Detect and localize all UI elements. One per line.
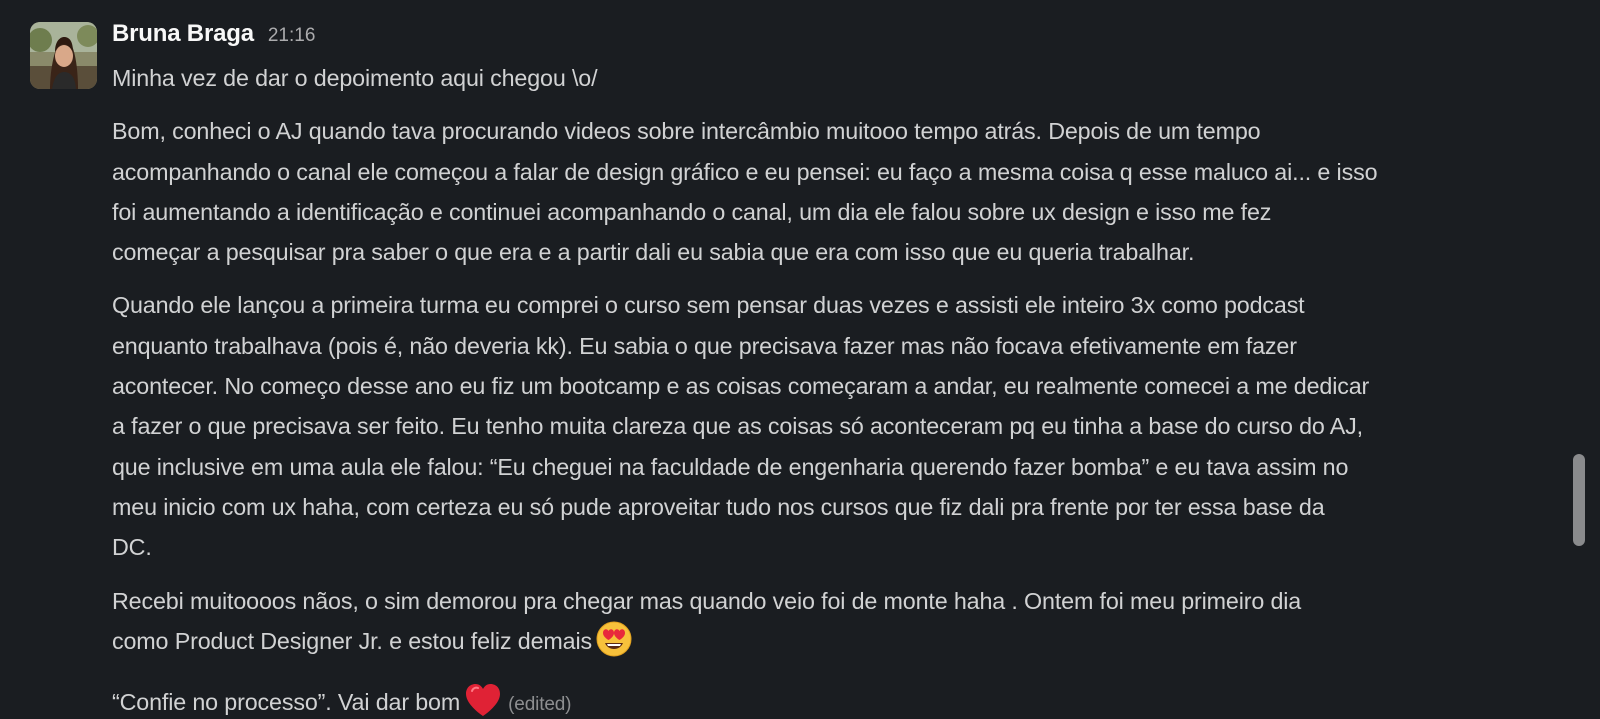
text-line: enquanto trabalhava (pois é, não deveria… [112, 332, 1297, 359]
avatar[interactable] [30, 22, 97, 89]
message-paragraph-1: Bom, conheci o AJ quando tava procurando… [112, 111, 1572, 272]
edited-label: (edited) [508, 694, 572, 716]
text-line: começar a pesquisar pra saber o que era … [112, 239, 1195, 266]
avatar-photo [30, 22, 97, 89]
text-line: a fazer o que precisava ser feito. Eu te… [112, 413, 1363, 440]
message: Bruna Braga 21:16 Minha vez de dar o dep… [0, 0, 1585, 719]
message-paragraph-3: Recebi muitoooos nãos, o sim demorou pra… [112, 581, 1572, 670]
text-line-with-emoji: como Product Designer Jr. e estou feliz … [112, 621, 1572, 669]
author-name[interactable]: Bruna Braga [112, 20, 254, 48]
text-line: como Product Designer Jr. e estou feliz … [112, 627, 592, 654]
text-line: meu inicio com ux haha, com certeza eu s… [112, 493, 1325, 520]
message-intro: Minha vez de dar o depoimento aqui chego… [112, 65, 598, 91]
scrollbar-thumb[interactable] [1573, 454, 1585, 546]
message-paragraph-4: “Confie no processo”. Vai dar bom (edite… [112, 682, 1572, 719]
text-line: foi aumentando a identificação e continu… [112, 198, 1272, 225]
timestamp[interactable]: 21:16 [268, 25, 316, 47]
message-header: Bruna Braga 21:16 [112, 20, 315, 56]
text-line: acompanhando o canal ele começou a falar… [112, 158, 1378, 185]
text-line: acontecer. No começo desse ano eu fiz um… [112, 373, 1370, 400]
text-line: Quando ele lançou a primeira turma eu co… [112, 292, 1305, 319]
text-line: DC. [112, 534, 152, 561]
message-paragraph-2: Quando ele lançou a primeira turma eu co… [112, 285, 1572, 567]
message-body: Minha vez de dar o depoimento aqui chego… [112, 58, 1572, 719]
text-line: Bom, conheci o AJ quando tava procurando… [112, 118, 1261, 145]
text-line: que inclusive em uma aula ele falou: “Eu… [112, 453, 1349, 480]
text-line: Recebi muitoooos nãos, o sim demorou pra… [112, 587, 1302, 614]
heart-eyes-emoji-icon [596, 621, 632, 669]
text-line: “Confie no processo”. Vai dar bom [112, 689, 461, 716]
red-heart-emoji-icon [464, 682, 502, 719]
